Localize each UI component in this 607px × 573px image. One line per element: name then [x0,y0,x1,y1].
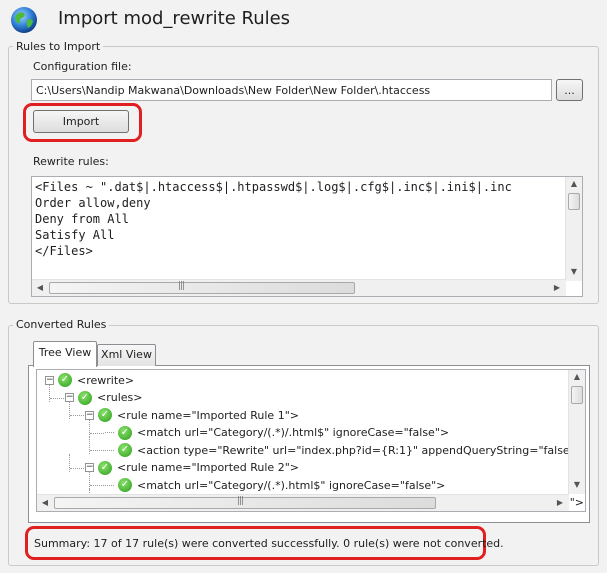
scroll-up-arrow-icon[interactable]: ▲ [566,177,582,191]
tree-scroll-right-arrow-icon[interactable]: ▶ [552,496,568,510]
tree-connector [50,397,64,399]
tree-connector [90,485,104,486]
tree-node-label: <match url="Category/(.*)/.html$" ignore… [137,426,450,439]
tree-node-label: <rule name="Imported Rule 2"> [117,461,299,474]
tree-scroll-thumb[interactable] [571,386,583,404]
tree-node-label: <rules> [97,391,143,404]
rewrite-rule-line: </Files> [35,244,93,258]
tree-connector [70,415,84,416]
rules-to-import-legend: Rules to Import [13,40,104,53]
tree-node-label: <rewrite> [77,373,135,387]
scroll-thumb-horizontal[interactable] [49,282,355,294]
check-icon: ✓ [58,373,72,387]
tree-connector [70,467,84,469]
check-icon: ✓ [118,443,132,457]
tree-scroll-left-arrow-icon[interactable]: ◀ [37,496,53,510]
scroll-down-arrow-icon[interactable]: ▼ [566,265,582,279]
rules-tree-view[interactable]: − ✓ <rewrite> − ✓ <rules> − ✓ <rule name="Import… [36,369,586,512]
tree-node[interactable]: − ✓ <rule name="Imported Rule 1"> [85,407,299,423]
scroll-grip-icon: ||| [178,281,185,291]
summary-text: Summary: 17 of 17 rule(s) were converted… [34,537,504,550]
tree-node-label: <action type="Rewrite" url="index.php?id… [137,443,584,457]
check-icon: ✓ [98,408,112,422]
scroll-left-arrow-icon[interactable]: ◀ [32,281,48,295]
tree-node-label: <match url="Category/(.*).html$" ignoreC… [137,478,446,492]
rewrite-rule-line: Order allow,deny [35,196,151,210]
browse-button[interactable]: ... [556,79,583,101]
rewrite-rules-label: Rewrite rules: [33,155,109,168]
collapse-icon[interactable]: − [85,463,94,472]
rewrite-rules-hscroll[interactable]: ◀ ||| ▶ [32,279,566,296]
tree-node[interactable]: − ✓ <rules> [65,390,142,406]
collapse-icon[interactable]: − [45,375,54,385]
tree-vscroll[interactable]: ▲ ▼ [568,370,585,494]
rewrite-rule-line: Deny from All [35,212,129,226]
tree-connector [105,484,114,486]
tree-node[interactable]: ✓ <match url="Category/(.*).html$" ignore… [105,477,445,493]
collapse-icon[interactable]: − [65,393,74,402]
scroll-thumb[interactable] [568,193,580,210]
tree-connector [90,450,104,451]
tree-hscroll[interactable]: ◀ ||| ▶ [37,494,569,511]
scroll-right-arrow-icon[interactable]: ▶ [549,281,565,295]
check-icon: ✓ [118,478,132,492]
config-file-label: Configuration file: [33,60,132,73]
tree-node[interactable]: − ✓ <rewrite> [45,372,134,388]
tab-tree-view[interactable]: Tree View [33,341,97,367]
tree-connector [90,432,104,434]
tree-scroll-down-arrow-icon[interactable]: ▼ [569,478,585,492]
tree-connector [89,436,90,454]
tree-scroll-up-arrow-icon[interactable]: ▲ [569,370,585,384]
check-icon: ✓ [98,460,112,475]
config-file-input[interactable]: C:\Users\Nandip Makwana\Downloads\New Fo… [31,79,552,101]
globe-icon [11,7,37,33]
tree-node-label: <rule name="Imported Rule 1"> [117,408,299,422]
tree-connector [105,449,114,451]
tree-node[interactable]: ✓ <match url="Category/(.*)/.html$" ignor… [105,425,449,441]
tree-scroll-thumb-horizontal[interactable] [54,497,436,509]
check-icon: ✓ [118,425,132,440]
tab-xml-view[interactable]: Xml View [97,344,156,366]
tree-connector [105,432,114,433]
import-button[interactable]: Import [33,110,129,133]
tree-scroll-grip-icon: ||| [237,496,244,506]
converted-rules-legend: Converted Rules [13,318,110,331]
rewrite-rules-textarea[interactable]: <Files ~ ".dat$|.htaccess$|.htpasswd$|.l… [31,176,583,297]
collapse-icon[interactable]: − [85,410,94,420]
rewrite-rule-line: <Files ~ ".dat$|.htaccess$|.htpasswd$|.l… [35,180,512,194]
rewrite-rules-text: <Files ~ ".dat$|.htaccess$|.htpasswd$|.l… [35,179,512,259]
tree-connector [69,454,70,472]
rewrite-rule-line: Satisfy All [35,228,115,242]
page-title: Import mod_rewrite Rules [58,8,291,29]
tree-node[interactable]: − ✓ <rule name="Imported Rule 2"> [85,460,299,476]
tree-node[interactable]: ✓ <action type="Rewrite" url="index.php?i… [105,442,584,458]
check-icon: ✓ [78,390,92,405]
rewrite-rules-vscroll[interactable]: ▲ ▼ [565,177,582,281]
